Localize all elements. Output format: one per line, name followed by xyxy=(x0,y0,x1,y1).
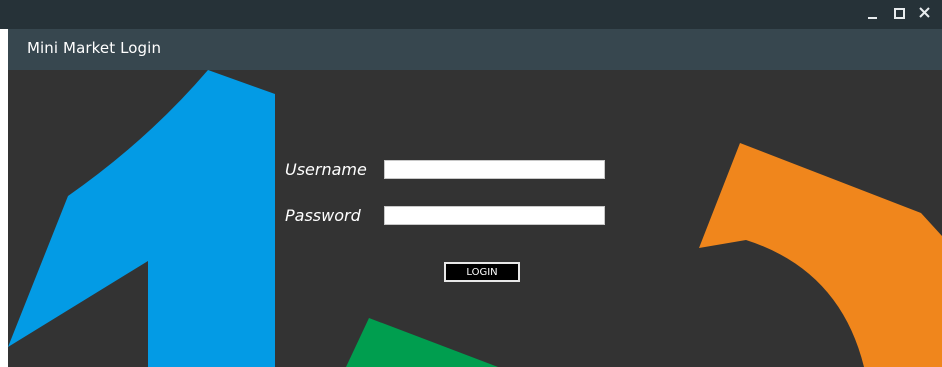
password-label: Password xyxy=(285,206,361,225)
green-shape xyxy=(346,318,498,367)
app-header: Mini Market Login xyxy=(8,29,942,70)
maximize-icon[interactable] xyxy=(892,5,906,21)
login-panel: Username Password LOGIN xyxy=(8,70,942,367)
window-controls xyxy=(866,5,932,21)
login-window: Mini Market Login Username Password LOGI… xyxy=(0,0,942,367)
window-title-bar[interactable] xyxy=(0,0,942,29)
close-icon[interactable] xyxy=(918,5,932,21)
username-input[interactable] xyxy=(384,160,605,179)
password-input[interactable] xyxy=(384,206,605,225)
blue-shape xyxy=(8,70,275,367)
username-label: Username xyxy=(285,160,367,179)
page-title: Mini Market Login xyxy=(27,39,162,57)
login-button[interactable]: LOGIN xyxy=(444,262,520,282)
minimize-icon[interactable] xyxy=(866,5,880,21)
orange-shape xyxy=(699,143,942,367)
